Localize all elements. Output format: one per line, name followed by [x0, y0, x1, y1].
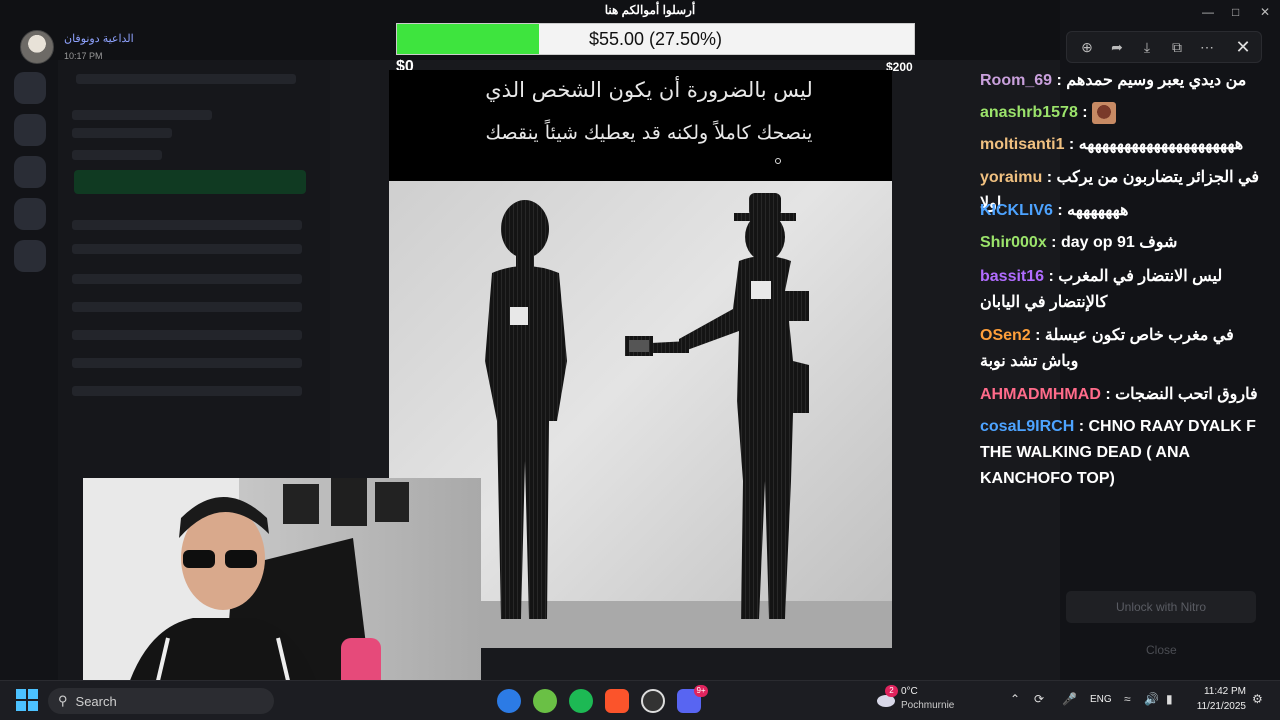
brave-browser-icon[interactable] — [605, 689, 629, 713]
volume-icon[interactable]: 🔊 — [1144, 692, 1159, 706]
chat-username[interactable]: bassit16 — [980, 268, 1044, 285]
spotify-icon[interactable] — [569, 689, 593, 713]
quote-panel: ليس بالضرورة أن يكون الشخص الذي ينصحك كا… — [389, 70, 892, 181]
chat-text: هههههههه — [1067, 202, 1129, 219]
chat-text: هههههههههههههههههههههه — [1078, 136, 1244, 153]
chat-username[interactable]: Room_69 — [980, 72, 1052, 89]
window-close-icon[interactable]: ✕ — [1260, 5, 1270, 19]
minimize-icon[interactable]: — — [1202, 5, 1214, 19]
chat-username[interactable]: KICKLIV6 — [980, 202, 1053, 219]
weather-temp[interactable]: 0°C — [901, 686, 918, 697]
clock-time[interactable]: 11:42 PM — [1196, 686, 1246, 697]
firefox-icon[interactable] — [497, 689, 521, 713]
server-icon[interactable] — [14, 114, 46, 146]
chat-separator: : — [1064, 136, 1079, 153]
donation-title: أرسلوا أموالكم هنا — [604, 3, 696, 17]
chat-separator: : — [1100, 386, 1116, 403]
quote-line-1: ليس بالضرورة أن يكون الشخص الذي — [485, 78, 813, 102]
open-external-icon[interactable]: ⧉ — [1165, 35, 1189, 59]
server-icon[interactable] — [14, 240, 46, 272]
unlock-nitro-button[interactable]: Unlock with Nitro — [1066, 591, 1256, 623]
chat-username[interactable]: OSen2 — [980, 327, 1031, 344]
battery-icon[interactable]: ▮ — [1166, 692, 1173, 706]
zoom-in-icon[interactable]: ⊕ — [1075, 35, 1099, 59]
obs-icon[interactable] — [641, 689, 665, 713]
taskbar-search[interactable]: ⚲ Search — [48, 688, 274, 714]
chat-username[interactable]: anashrb1578 — [980, 104, 1078, 121]
chat-separator: : — [1077, 104, 1093, 121]
chat-message: OSen2 : في مغرب خاص تكون عيسلة وباش تشد … — [980, 323, 1270, 375]
chat-message: bassit16 : ليس الانتضار في المغرب كالإنت… — [980, 264, 1270, 316]
close-icon[interactable]: ✕ — [1228, 31, 1258, 63]
chat-separator: : — [1052, 72, 1067, 89]
event-button[interactable] — [74, 170, 306, 194]
wifi-icon[interactable]: ≈ — [1124, 692, 1131, 706]
close-button[interactable]: Close — [1146, 643, 1177, 657]
chat-text: شوف 91 day op — [1060, 234, 1178, 251]
windows-start-icon[interactable] — [16, 689, 38, 711]
chat-username[interactable]: cosaL9IRCH — [980, 418, 1074, 435]
message-time: 10:17 PM — [64, 51, 103, 61]
chat-separator: : — [1030, 327, 1045, 344]
server-rail — [0, 60, 58, 680]
screen: — □ ✕ الداعية دونوفان 10:17 PM أرسلوا أم… — [0, 0, 1280, 720]
chat-username[interactable]: Shir000x — [980, 234, 1047, 251]
weather-desc[interactable]: Pochmurnie — [901, 700, 954, 711]
chat-separator: : — [1052, 202, 1068, 219]
forward-icon[interactable]: ➦ — [1105, 35, 1129, 59]
chat-username[interactable]: yoraimu — [980, 169, 1042, 186]
weather-badge: 2 — [885, 685, 898, 697]
donation-amount: $55.00 (27.50%) — [588, 28, 723, 49]
sync-icon[interactable]: ⟳ — [1034, 692, 1044, 706]
chat-overlay: Room_69 : من ديدي يعبر وسيم حمدهم anashrb… — [980, 68, 1270, 498]
chevron-up-icon[interactable]: ⌃ — [1010, 692, 1020, 706]
chat-separator: : — [1046, 234, 1061, 251]
chat-message: moltisanti1 : هههههههههههههههههههههه — [980, 132, 1270, 158]
streamer-webcam — [83, 478, 409, 702]
server-icon[interactable] — [14, 156, 46, 188]
chat-message: cosaL9IRCH : CHNO RAAY DYALK F THE WALKI… — [980, 414, 1270, 492]
clock-date[interactable]: 11/21/2025 — [1190, 701, 1246, 712]
webcam-feed — [83, 478, 481, 702]
chat-message: KICKLIV6 : هههههههه — [980, 198, 1270, 224]
chat-username[interactable]: AHMADMHMAD — [980, 386, 1101, 403]
microphone-icon[interactable]: 🎤 — [1062, 692, 1077, 706]
user-name[interactable]: الداعية دونوفان — [64, 32, 134, 45]
search-placeholder: Search — [75, 693, 117, 709]
chat-message: Room_69 : من ديدي يعبر وسيم حمدهم — [980, 68, 1270, 94]
taskbar: ⚲ Search 9+ — [0, 680, 1280, 720]
quote-line-2: ينصحك كاملاً ولكنه قد يعطيك شيئاً ينقصك — [485, 122, 813, 144]
download-icon[interactable]: ⤓ — [1135, 35, 1159, 59]
utorrent-icon[interactable] — [533, 689, 557, 713]
chat-message: anashrb1578 : — [980, 100, 1270, 126]
server-icon[interactable] — [14, 198, 46, 230]
chat-text: فاروق اتحب النضجات — [1115, 386, 1258, 403]
discord-badge: 9+ — [694, 685, 708, 697]
quote-dot — [775, 158, 781, 164]
chat-separator: : — [1044, 268, 1059, 285]
search-icon: ⚲ — [58, 693, 68, 708]
maximize-icon[interactable]: □ — [1232, 5, 1239, 19]
chat-separator: : — [1042, 169, 1057, 186]
donation-progress-bar: $55.00 (27.50%) — [396, 23, 915, 55]
chat-username[interactable]: moltisanti1 — [980, 136, 1064, 153]
language-indicator[interactable]: ENG — [1090, 694, 1112, 705]
chat-message: AHMADMHMAD : فاروق اتحب النضجات — [980, 382, 1270, 408]
more-icon[interactable]: ⋯ — [1195, 35, 1219, 59]
server-icon[interactable] — [14, 72, 46, 104]
notification-icon[interactable]: ⚙ — [1252, 692, 1263, 706]
chat-message: Shir000x : شوف 91 day op — [980, 230, 1270, 256]
avatar[interactable] — [20, 30, 54, 64]
chat-text: من ديدي يعبر وسيم حمدهم — [1066, 72, 1247, 89]
chat-separator: : — [1074, 418, 1089, 435]
emote-icon — [1092, 101, 1117, 124]
